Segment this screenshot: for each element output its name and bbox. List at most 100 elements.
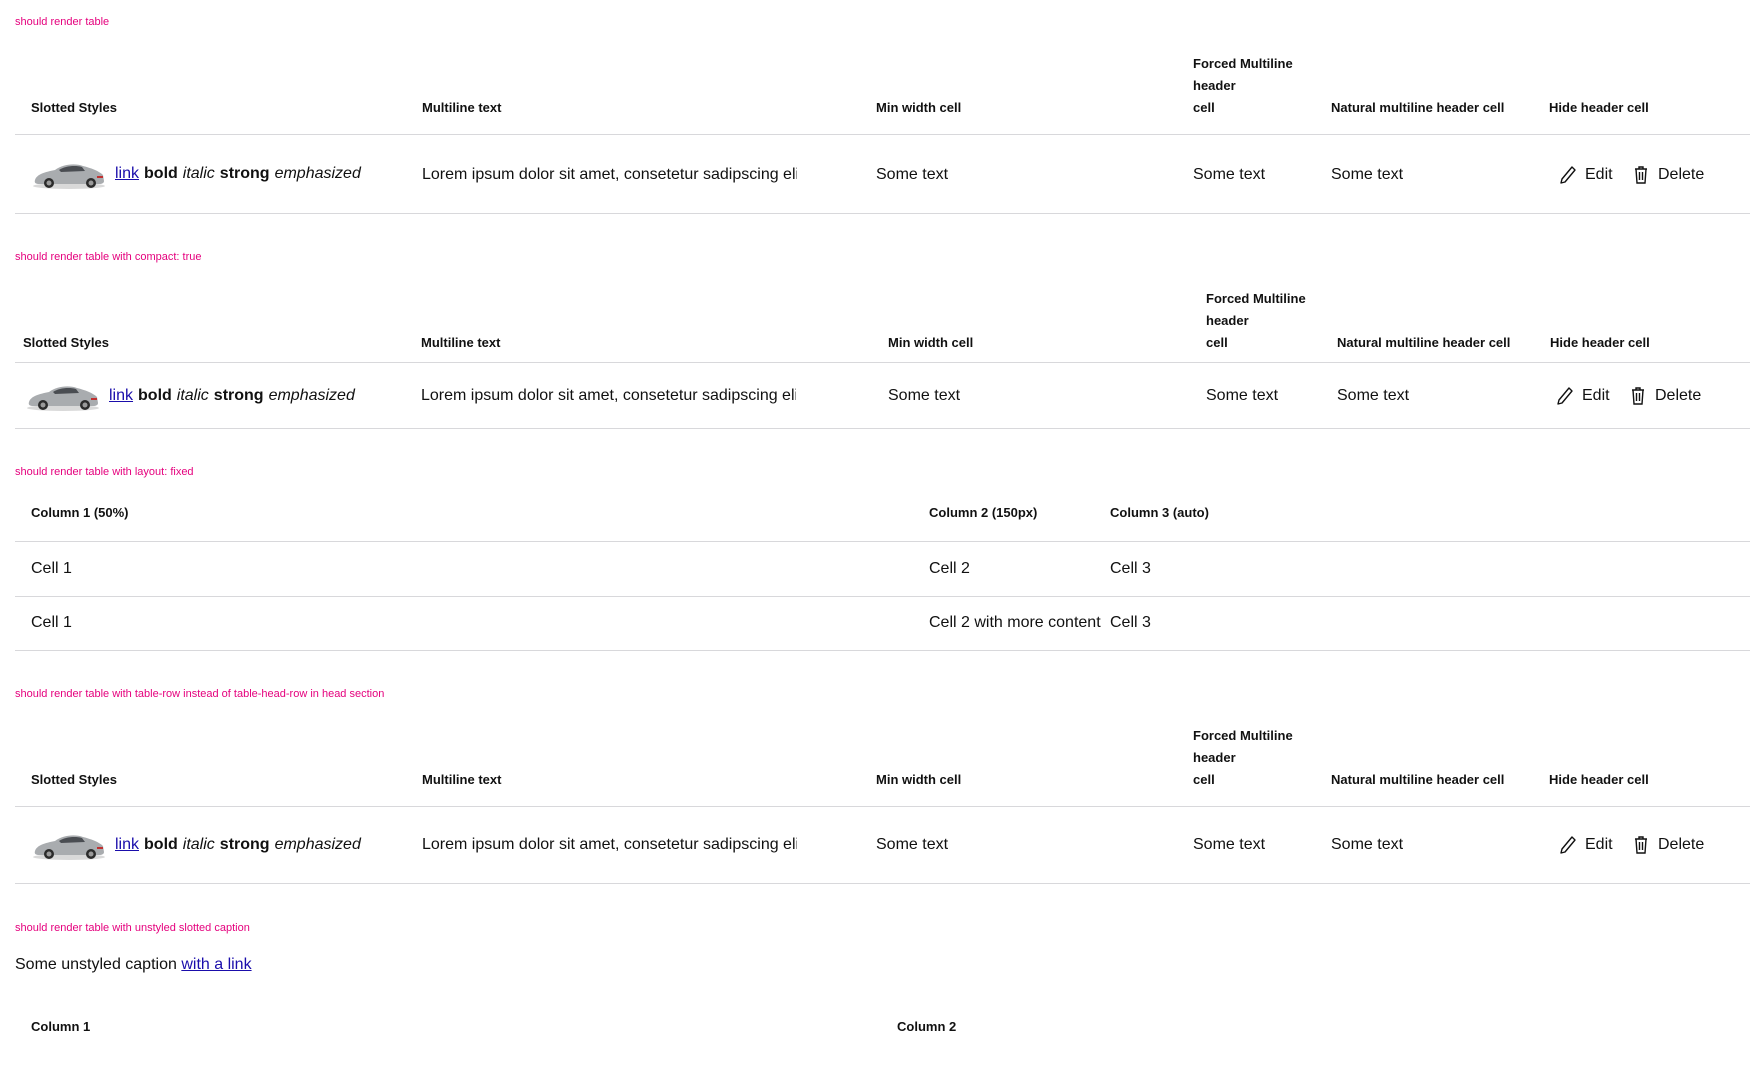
natural-multiline-cell: Some text: [1337, 387, 1410, 404]
section-label: should render table with layout: fixed: [15, 466, 194, 478]
multiline-text-cell: Lorem ipsum dolor sit amet, consetetur s…: [421, 387, 796, 404]
delete-label: Delete: [1658, 836, 1705, 853]
min-width-cell: Some text: [876, 166, 949, 183]
header-forced-line-2: header: [1193, 750, 1236, 765]
divider: [15, 362, 1750, 363]
slotted-link[interactable]: link: [115, 836, 139, 854]
table-cell: Cell 3: [1110, 560, 1151, 577]
natural-multiline-cell: Some text: [1331, 166, 1404, 183]
header-slotted-styles: Slotted Styles: [31, 772, 117, 787]
slotted-emphasized: emphasized: [274, 165, 361, 182]
section-label: should render table with compact: true: [15, 251, 202, 263]
slotted-strong: strong: [219, 165, 270, 182]
edit-label: Edit: [1585, 836, 1613, 853]
header-hide-cell: Hide header cell: [1549, 100, 1649, 115]
delete-label: Delete: [1655, 387, 1702, 404]
header-column-1: Column 1 (50%): [31, 505, 129, 520]
edit-button[interactable]: Edit: [1559, 165, 1613, 185]
slotted-italic: italic: [176, 387, 209, 404]
pencil-icon: [1557, 387, 1573, 405]
header-forced-multiline: Forced Multiline header cell: [1193, 725, 1293, 791]
min-width-cell: Some text: [876, 836, 949, 853]
header-slotted-styles: Slotted Styles: [23, 335, 109, 350]
slotted-emphasized: emphasized: [268, 387, 355, 404]
slotted-strong: strong: [213, 387, 264, 404]
header-column-1: Column 1: [31, 1019, 91, 1034]
header-column-2: Column 2 (150px): [929, 505, 1038, 520]
multiline-text-cell: Lorem ipsum dolor sit amet, consetetur s…: [422, 836, 797, 853]
header-column-3: Column 3 (auto): [1110, 505, 1209, 520]
delete-label: Delete: [1658, 166, 1705, 183]
header-multiline-text: Multiline text: [422, 100, 502, 115]
header-natural-multiline: Natural multiline header cell: [1337, 335, 1511, 350]
car-icon: [33, 164, 105, 189]
slotted-bold: bold: [144, 165, 178, 182]
header-forced-line-2: header: [1206, 313, 1249, 328]
divider: [15, 428, 1750, 429]
trash-icon: [1635, 166, 1647, 184]
pencil-icon: [1560, 836, 1576, 854]
edit-label: Edit: [1582, 387, 1610, 404]
divider: [15, 650, 1750, 651]
delete-button[interactable]: Delete: [1632, 165, 1704, 185]
delete-button[interactable]: Delete: [1632, 835, 1704, 855]
delete-button[interactable]: Delete: [1629, 386, 1701, 406]
divider: [15, 213, 1750, 214]
header-forced-line-1: Forced Multiline: [1193, 728, 1293, 743]
forced-multiline-cell: Some text: [1193, 166, 1266, 183]
header-forced-line-2: header: [1193, 78, 1236, 93]
header-forced-line-3: cell: [1193, 772, 1215, 787]
natural-multiline-cell: Some text: [1331, 836, 1404, 853]
car-icon: [33, 835, 105, 860]
page: should render table Slotted Styles Multi…: [0, 0, 1760, 1071]
header-hide-cell: Hide header cell: [1550, 335, 1650, 350]
edit-button[interactable]: Edit: [1559, 835, 1613, 855]
table-cell: Cell 3: [1110, 614, 1151, 631]
slotted-link[interactable]: link: [115, 165, 139, 183]
multiline-text-cell: Lorem ipsum dolor sit amet, consetetur s…: [422, 166, 797, 183]
edit-label: Edit: [1585, 166, 1613, 183]
header-forced-multiline: Forced Multiline header cell: [1206, 288, 1306, 354]
slotted-italic: italic: [182, 165, 215, 182]
divider: [15, 806, 1750, 807]
header-min-width-cell: Min width cell: [888, 335, 974, 350]
forced-multiline-cell: Some text: [1206, 387, 1279, 404]
trash-icon: [1635, 836, 1647, 854]
slotted-strong: strong: [219, 836, 270, 853]
header-forced-line-1: Forced Multiline: [1193, 56, 1293, 71]
divider: [15, 134, 1750, 135]
header-forced-line-1: Forced Multiline: [1206, 291, 1306, 306]
min-width-cell: Some text: [888, 387, 961, 404]
table-cell: Cell 1: [31, 614, 72, 631]
header-hide-cell: Hide header cell: [1549, 772, 1649, 787]
divider: [15, 541, 1750, 542]
divider: [15, 883, 1750, 884]
divider: [15, 596, 1750, 597]
header-min-width-cell: Min width cell: [876, 100, 962, 115]
header-column-2: Column 2: [897, 1019, 957, 1034]
edit-button[interactable]: Edit: [1556, 386, 1610, 406]
header-forced-multiline: Forced Multiline header cell: [1193, 53, 1293, 119]
header-natural-multiline: Natural multiline header cell: [1331, 100, 1505, 115]
caption-text: Some unstyled caption: [15, 956, 177, 973]
slotted-styles-cell: link bold italic strong emphasized: [31, 158, 361, 190]
caption-link[interactable]: with a link: [181, 956, 251, 973]
slotted-italic: italic: [182, 836, 215, 853]
header-forced-line-3: cell: [1206, 335, 1228, 350]
header-multiline-text: Multiline text: [421, 335, 501, 350]
section-label: should render table: [15, 16, 110, 28]
header-slotted-styles: Slotted Styles: [31, 100, 117, 115]
slotted-emphasized: emphasized: [274, 836, 361, 853]
section-label: should render table with unstyled slotte…: [15, 922, 250, 934]
slotted-styles-cell: link bold italic strong emphasized: [31, 829, 361, 861]
forced-multiline-cell: Some text: [1193, 836, 1266, 853]
car-icon: [27, 386, 99, 411]
trash-icon: [1632, 387, 1644, 405]
table-cell: Cell 2 with more content: [929, 614, 1101, 631]
header-multiline-text: Multiline text: [422, 772, 502, 787]
header-natural-multiline: Natural multiline header cell: [1331, 772, 1505, 787]
header-forced-line-3: cell: [1193, 100, 1215, 115]
slotted-link[interactable]: link: [109, 387, 133, 405]
table-cell: Cell 2: [929, 560, 970, 577]
slotted-styles-cell: link bold italic strong emphasized: [25, 380, 355, 412]
